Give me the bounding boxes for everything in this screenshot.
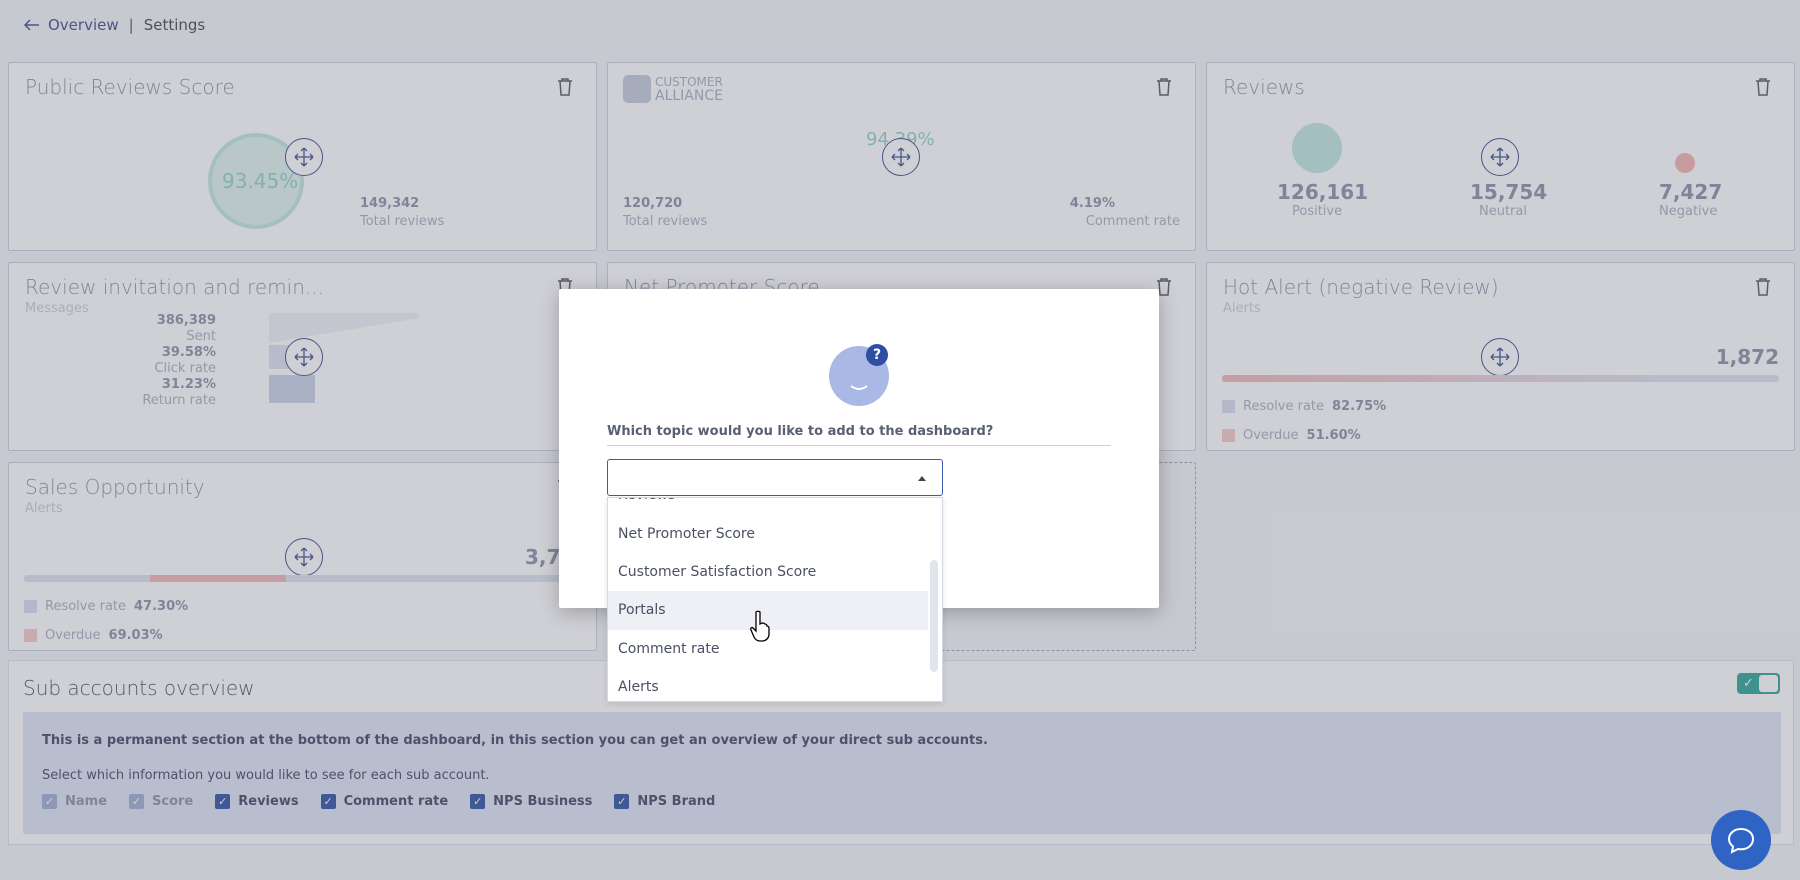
- topic-select[interactable]: [607, 459, 943, 496]
- topic-option[interactable]: Net Promoter Score: [608, 515, 928, 554]
- topic-option[interactable]: Reviews: [608, 498, 928, 515]
- chat-bubble-icon: [1727, 827, 1755, 854]
- hand-cursor-icon: [750, 610, 770, 642]
- modal-question: Which topic would you like to add to the…: [607, 424, 1111, 446]
- topic-option[interactable]: Customer Satisfaction Score: [608, 553, 928, 592]
- caret-up-icon: [918, 476, 926, 481]
- topic-option[interactable]: Alerts: [608, 668, 928, 701]
- dropdown-scrollbar[interactable]: [930, 560, 938, 672]
- question-badge-icon: ?: [866, 344, 888, 366]
- topic-dropdown-list: Reviews Net Promoter Score Customer Sati…: [607, 497, 943, 702]
- help-chat-button[interactable]: [1711, 810, 1771, 870]
